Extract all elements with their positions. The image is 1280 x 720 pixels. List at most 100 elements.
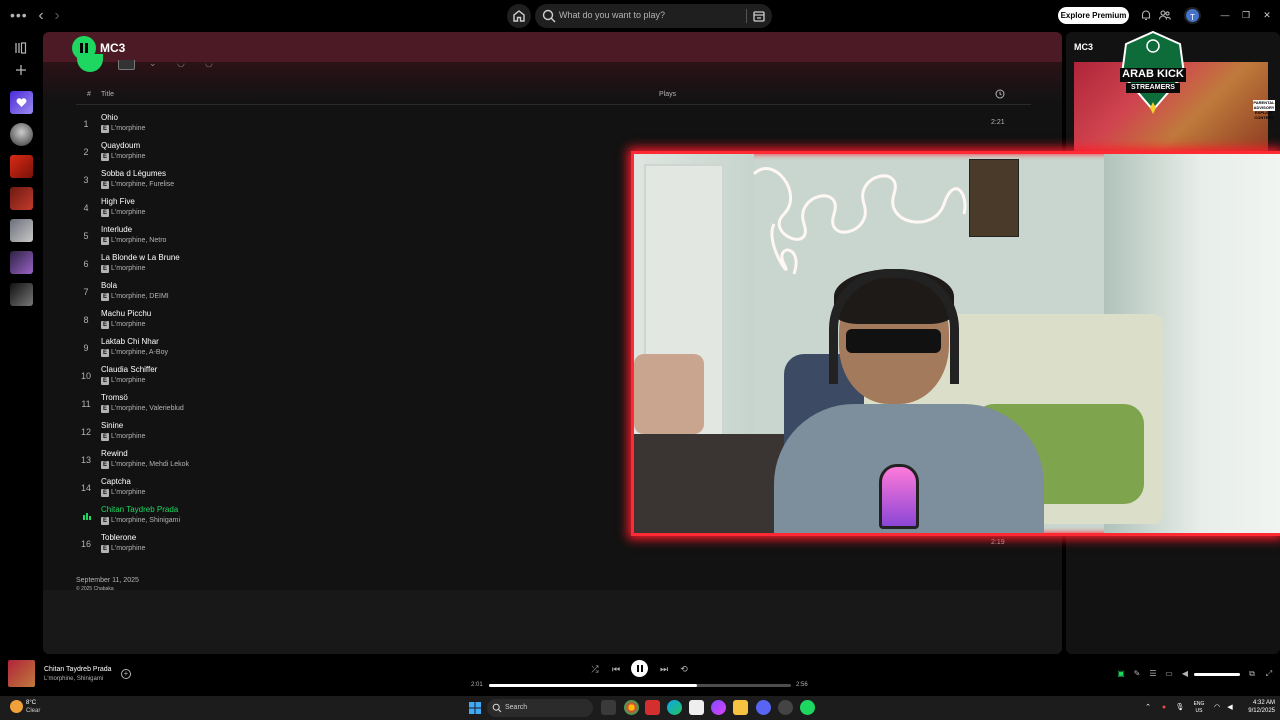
volume-icon[interactable]: ◀ [1180, 669, 1190, 679]
previous-track-icon[interactable]: ⏮ [609, 662, 623, 676]
volume-slider[interactable] [1194, 673, 1240, 676]
playlist-thumbnail-1[interactable] [10, 155, 33, 178]
track-artist[interactable]: L'morphine [111, 489, 145, 496]
track-title[interactable]: Captcha [101, 477, 131, 486]
notification-bell-icon[interactable] [1139, 8, 1153, 22]
track-artist[interactable]: L'morphine, Furelise [111, 181, 174, 188]
track-title[interactable]: Bola [101, 281, 117, 290]
liked-songs-thumbnail[interactable] [10, 91, 33, 114]
search-input[interactable]: What do you want to play? [559, 10, 665, 20]
fullscreen-icon[interactable]: ⤢ [1264, 669, 1274, 679]
playback-progress-bar[interactable] [489, 684, 791, 687]
menu-dots-icon[interactable]: ••• [10, 8, 27, 24]
add-to-library-icon[interactable]: + [121, 669, 131, 679]
track-artist[interactable]: L'morphine, Mehdi Lekok [111, 461, 189, 468]
minimize-icon[interactable]: — [1219, 9, 1231, 21]
speaker-icon[interactable]: ◀ [1225, 703, 1235, 713]
track-title[interactable]: Tromsö [101, 393, 128, 402]
back-arrow-icon[interactable]: ‹ [33, 8, 49, 24]
file-explorer-icon[interactable] [733, 700, 748, 715]
home-button[interactable] [507, 4, 531, 28]
mini-player-icon[interactable]: ⧉ [1247, 669, 1257, 679]
clock-time[interactable]: 4:32 AM [1245, 700, 1275, 706]
taskbar-search[interactable]: Search [487, 699, 593, 717]
task-view-icon[interactable] [601, 700, 616, 715]
now-playing-title[interactable]: Chitan Taydreb Prada [44, 666, 112, 673]
track-artist[interactable]: L'morphine [111, 321, 145, 328]
chrome-icon[interactable] [624, 700, 639, 715]
now-playing-thumbnail[interactable] [8, 660, 35, 687]
track-artist[interactable]: L'morphine [111, 125, 145, 132]
track-title[interactable]: Sinine [101, 421, 123, 430]
shuffle-icon[interactable]: ⤮ [588, 662, 602, 676]
track-artist[interactable]: L'morphine [111, 545, 145, 552]
region-indicator[interactable]: US [1190, 708, 1208, 714]
maximize-icon[interactable]: ❐ [1240, 9, 1252, 21]
track-artist[interactable]: L'morphine, A-Boy [111, 349, 168, 356]
friend-activity-icon[interactable] [1158, 8, 1172, 22]
wifi-icon[interactable]: ◠ [1212, 703, 1222, 713]
track-title[interactable]: La Blonde w La Brune [101, 253, 180, 262]
search-bar[interactable]: What do you want to play? [535, 4, 772, 28]
user-avatar[interactable]: T [1184, 7, 1201, 24]
track-title[interactable]: Machu Picchu [101, 309, 151, 318]
track-artist[interactable]: L'morphine [111, 377, 145, 384]
track-row[interactable]: 1 Ohio E L'morphine 2:21 [76, 111, 1036, 139]
copilot-icon[interactable] [711, 700, 726, 715]
weather-condition[interactable]: Clear [26, 708, 40, 714]
track-title[interactable]: Interlude [101, 225, 132, 234]
lyrics-icon[interactable]: ✎ [1132, 669, 1142, 679]
weather-icon[interactable] [10, 700, 23, 713]
clock-date[interactable]: 9/12/2025 [1242, 708, 1275, 714]
column-header-plays[interactable]: Plays [659, 91, 676, 98]
queue-icon[interactable]: ☰ [1148, 669, 1158, 679]
track-artist[interactable]: L'morphine, Valerieblud [111, 405, 184, 412]
playlist-thumbnail-3[interactable] [10, 219, 33, 242]
track-artist[interactable]: L'morphine [111, 153, 145, 160]
library-icon[interactable] [13, 40, 29, 56]
discord-icon[interactable] [756, 700, 771, 715]
track-artist[interactable]: L'morphine [111, 209, 145, 216]
weather-temperature[interactable]: 8°C [26, 700, 36, 706]
track-title[interactable]: Chitan Taydreb Prada [101, 505, 178, 514]
next-track-icon[interactable]: ⏭ [657, 662, 671, 676]
track-artist[interactable]: L'morphine [111, 265, 145, 272]
track-title[interactable]: Quaydoum [101, 141, 140, 150]
language-indicator[interactable]: ENG [1190, 701, 1208, 707]
edge-icon[interactable] [667, 700, 682, 715]
connect-device-icon[interactable]: ▭ [1164, 669, 1174, 679]
repeat-icon[interactable]: ⟲ [677, 662, 691, 676]
tray-expand-icon[interactable]: ⌃ [1143, 703, 1153, 713]
close-icon[interactable]: ✕ [1261, 9, 1273, 21]
artist-thumbnail-1[interactable] [10, 123, 33, 146]
tray-app-icon[interactable]: ● [1159, 703, 1169, 713]
track-artist[interactable]: L'morphine, Netro [111, 237, 166, 244]
track-title[interactable]: Ohio [101, 113, 118, 122]
now-playing-artist[interactable]: L'morphine, Shinigami [44, 676, 103, 682]
play-pause-button[interactable] [631, 660, 648, 677]
track-artist[interactable]: L'morphine, DEIMI [111, 293, 169, 300]
add-icon[interactable] [13, 62, 29, 78]
track-title[interactable]: Laktab Chi Nhar [101, 337, 159, 346]
spotify-icon[interactable] [800, 700, 815, 715]
tray-microphone-icon[interactable]: 🎙 [1175, 703, 1185, 713]
store-icon[interactable] [689, 700, 704, 715]
track-title[interactable]: High Five [101, 197, 135, 206]
windows-start-icon[interactable] [469, 702, 481, 714]
wps-office-icon[interactable] [645, 700, 660, 715]
explore-premium-button[interactable]: Explore Premium [1058, 7, 1129, 24]
track-title[interactable]: Claudia Schiffer [101, 365, 157, 374]
obs-icon[interactable] [778, 700, 793, 715]
track-title[interactable]: Rewind [101, 449, 128, 458]
column-header-title[interactable]: Title [101, 91, 114, 98]
playlist-thumbnail-5[interactable] [10, 283, 33, 306]
forward-arrow-icon[interactable]: › [49, 8, 65, 24]
playlist-thumbnail-4[interactable] [10, 251, 33, 274]
track-artist[interactable]: L'morphine, Shinigami [111, 517, 180, 524]
now-playing-view-icon[interactable]: ▣ [1116, 669, 1126, 679]
track-title[interactable]: Sobba d Légumes [101, 169, 166, 178]
track-title[interactable]: Toblerone [101, 533, 136, 542]
track-artist[interactable]: L'morphine [111, 433, 145, 440]
pause-button[interactable] [72, 36, 96, 60]
playlist-thumbnail-2[interactable] [10, 187, 33, 210]
